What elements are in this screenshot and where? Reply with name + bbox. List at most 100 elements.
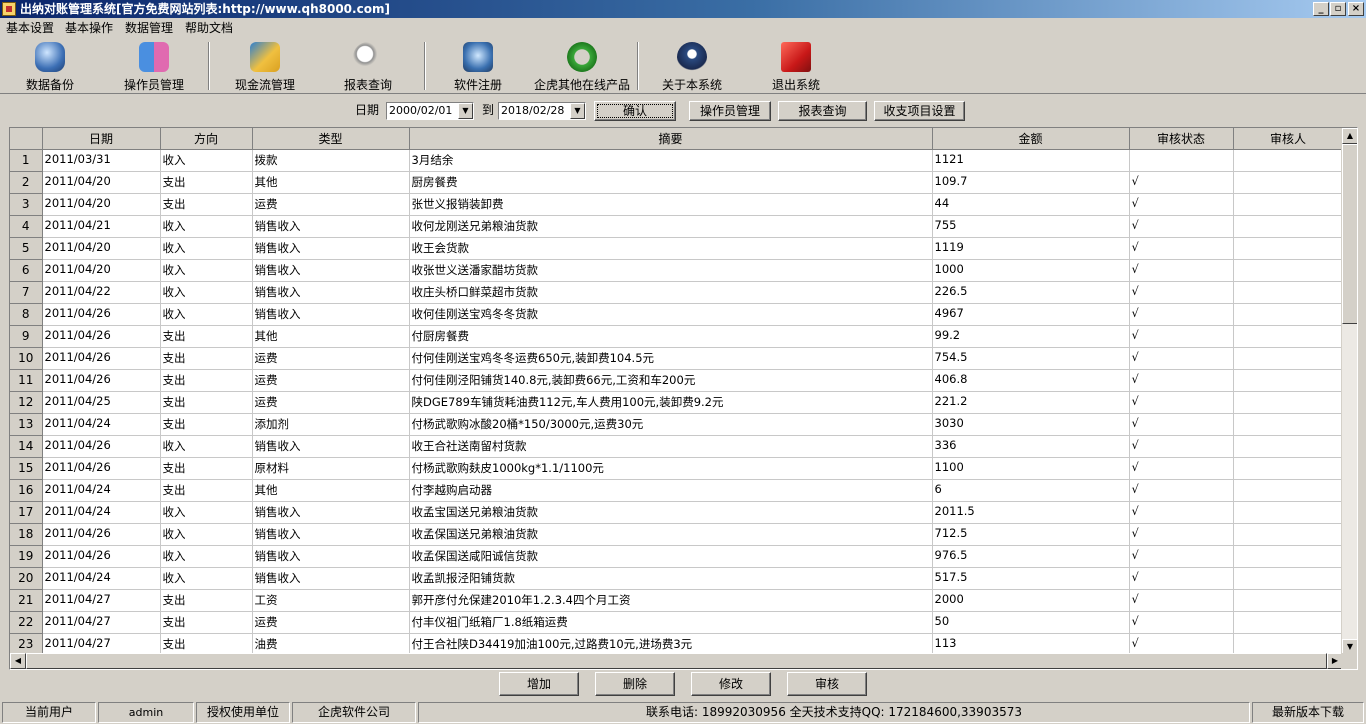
cell-audit-status[interactable]: √	[1129, 303, 1234, 326]
cell-summary[interactable]: 收何佳刚送宝鸡冬冬货款	[409, 303, 933, 326]
column-header-audit-status[interactable]: 审核状态	[1129, 128, 1234, 150]
cell-type[interactable]: 销售收入	[252, 567, 410, 590]
horizontal-scroll-thumb[interactable]	[26, 653, 1327, 669]
cell-type[interactable]: 运费	[252, 391, 410, 414]
cell-amount[interactable]: 517.5	[932, 567, 1130, 590]
cell-auditor[interactable]	[1233, 523, 1344, 546]
tool-about-system[interactable]: 关于本系统	[655, 40, 729, 92]
cell-audit-status[interactable]: √	[1129, 479, 1234, 502]
table-row[interactable]: 4 2011/04/21 收入 销售收入 收何龙刚送兄弟粮油货款 755 √	[10, 215, 1347, 238]
row-number[interactable]: 19	[10, 545, 43, 568]
table-row[interactable]: 2 2011/04/20 支出 其他 厨房餐费 109.7 √	[10, 171, 1347, 194]
cell-audit-status[interactable]: √	[1129, 435, 1234, 458]
cell-amount[interactable]: 109.7	[932, 171, 1130, 194]
cell-summary[interactable]: 收何龙刚送兄弟粮油货款	[409, 215, 933, 238]
cell-audit-status[interactable]: √	[1129, 457, 1234, 480]
row-number[interactable]: 9	[10, 325, 43, 348]
cell-amount[interactable]: 3030	[932, 413, 1130, 436]
cell-auditor[interactable]	[1233, 325, 1344, 348]
cell-audit-status[interactable]: √	[1129, 633, 1234, 656]
cell-amount[interactable]: 226.5	[932, 281, 1130, 304]
table-row[interactable]: 10 2011/04/26 支出 运费 付何佳刚送宝鸡冬冬运费650元,装卸费104.5…	[10, 347, 1347, 370]
cell-date[interactable]: 2011/04/26	[42, 325, 161, 348]
cell-type[interactable]: 其他	[252, 325, 410, 348]
cell-direction[interactable]: 支出	[160, 413, 253, 436]
cell-amount[interactable]: 2011.5	[932, 501, 1130, 524]
cell-summary[interactable]: 收孟保国送兄弟粮油货款	[409, 523, 933, 546]
column-header-amount[interactable]: 金额	[932, 128, 1130, 150]
cell-audit-status[interactable]: √	[1129, 567, 1234, 590]
cell-type[interactable]: 销售收入	[252, 281, 410, 304]
table-row[interactable]: 7 2011/04/22 收入 销售收入 收庄头桥口鲜菜超市货款 226.5 √	[10, 281, 1347, 304]
cell-type[interactable]: 销售收入	[252, 237, 410, 260]
cell-auditor[interactable]	[1233, 413, 1344, 436]
cell-amount[interactable]: 406.8	[932, 369, 1130, 392]
cell-summary[interactable]: 收张世义送潘家醋坊货款	[409, 259, 933, 282]
table-row[interactable]: 20 2011/04/24 收入 销售收入 收孟凯报泾阳铺货款 517.5 √	[10, 567, 1347, 590]
cell-type[interactable]: 销售收入	[252, 501, 410, 524]
cell-summary[interactable]: 付厨房餐费	[409, 325, 933, 348]
end-date-picker[interactable]: 2018/02/28 ▼	[498, 102, 586, 120]
cell-audit-status[interactable]: √	[1129, 545, 1234, 568]
cell-type[interactable]: 销售收入	[252, 435, 410, 458]
cell-type[interactable]: 拨款	[252, 149, 410, 172]
cell-auditor[interactable]	[1233, 501, 1344, 524]
cell-type[interactable]: 销售收入	[252, 215, 410, 238]
cell-summary[interactable]: 付丰仪祖门纸箱厂1.8纸箱运费	[409, 611, 933, 634]
cell-amount[interactable]: 712.5	[932, 523, 1130, 546]
row-number[interactable]: 8	[10, 303, 43, 326]
cell-auditor[interactable]	[1233, 281, 1344, 304]
cell-direction[interactable]: 收入	[160, 523, 253, 546]
cell-type[interactable]: 运费	[252, 611, 410, 634]
cell-auditor[interactable]	[1233, 589, 1344, 612]
cell-amount[interactable]: 50	[932, 611, 1130, 634]
cell-direction[interactable]: 收入	[160, 259, 253, 282]
cell-date[interactable]: 2011/04/24	[42, 479, 161, 502]
table-row[interactable]: 11 2011/04/26 支出 运费 付何佳刚泾阳铺货140.8元,装卸费66元,工资…	[10, 369, 1347, 392]
cell-summary[interactable]: 付王合社陕D34419加油100元,过路费10元,进场费3元	[409, 633, 933, 656]
table-row[interactable]: 16 2011/04/24 支出 其他 付李越购启动器 6 √	[10, 479, 1347, 502]
maximize-button[interactable]: ▫	[1330, 2, 1346, 16]
cell-summary[interactable]: 张世义报销装卸费	[409, 193, 933, 216]
cell-type[interactable]: 销售收入	[252, 303, 410, 326]
cell-date[interactable]: 2011/04/26	[42, 457, 161, 480]
row-number[interactable]: 23	[10, 633, 43, 656]
row-number[interactable]: 18	[10, 523, 43, 546]
cell-amount[interactable]: 755	[932, 215, 1130, 238]
tool-other-online-products[interactable]: 企虎其他在线产品	[530, 40, 634, 92]
table-row[interactable]: 9 2011/04/26 支出 其他 付厨房餐费 99.2 √	[10, 325, 1347, 348]
tool-cashflow-management[interactable]: 现金流管理	[226, 40, 304, 92]
tool-data-backup[interactable]: 数据备份	[14, 40, 86, 92]
cell-direction[interactable]: 收入	[160, 215, 253, 238]
cell-date[interactable]: 2011/04/26	[42, 347, 161, 370]
cell-auditor[interactable]	[1233, 369, 1344, 392]
cell-type[interactable]: 运费	[252, 369, 410, 392]
tool-software-register[interactable]: 软件注册	[444, 40, 512, 92]
cell-amount[interactable]: 1121	[932, 149, 1130, 172]
cell-type[interactable]: 销售收入	[252, 523, 410, 546]
cell-direction[interactable]: 收入	[160, 567, 253, 590]
chevron-down-icon[interactable]: ▼	[458, 103, 473, 119]
cell-amount[interactable]: 44	[932, 193, 1130, 216]
cell-date[interactable]: 2011/04/20	[42, 193, 161, 216]
table-row[interactable]: 6 2011/04/20 收入 销售收入 收张世义送潘家醋坊货款 1000 √	[10, 259, 1347, 282]
report-query-button[interactable]: 报表查询	[778, 101, 867, 121]
operator-management-button[interactable]: 操作员管理	[689, 101, 771, 121]
scroll-left-icon[interactable]: ◀	[10, 653, 26, 669]
cell-type[interactable]: 运费	[252, 193, 410, 216]
table-row[interactable]: 1 2011/03/31 收入 拨款 3月结余 1121	[10, 149, 1347, 172]
row-number[interactable]: 13	[10, 413, 43, 436]
row-number[interactable]: 6	[10, 259, 43, 282]
cell-amount[interactable]: 2000	[932, 589, 1130, 612]
cell-date[interactable]: 2011/04/22	[42, 281, 161, 304]
cell-direction[interactable]: 收入	[160, 237, 253, 260]
cell-audit-status[interactable]: √	[1129, 325, 1234, 348]
income-expense-settings-button[interactable]: 收支项目设置	[874, 101, 965, 121]
column-header-summary[interactable]: 摘要	[409, 128, 933, 150]
cell-auditor[interactable]	[1233, 633, 1344, 656]
menu-data-management[interactable]: 数据管理	[125, 20, 173, 36]
horizontal-scrollbar[interactable]: ◀ ▶	[10, 653, 1343, 669]
cell-direction[interactable]: 收入	[160, 281, 253, 304]
column-header-auditor[interactable]: 审核人	[1233, 128, 1344, 150]
cell-summary[interactable]: 付李越购启动器	[409, 479, 933, 502]
